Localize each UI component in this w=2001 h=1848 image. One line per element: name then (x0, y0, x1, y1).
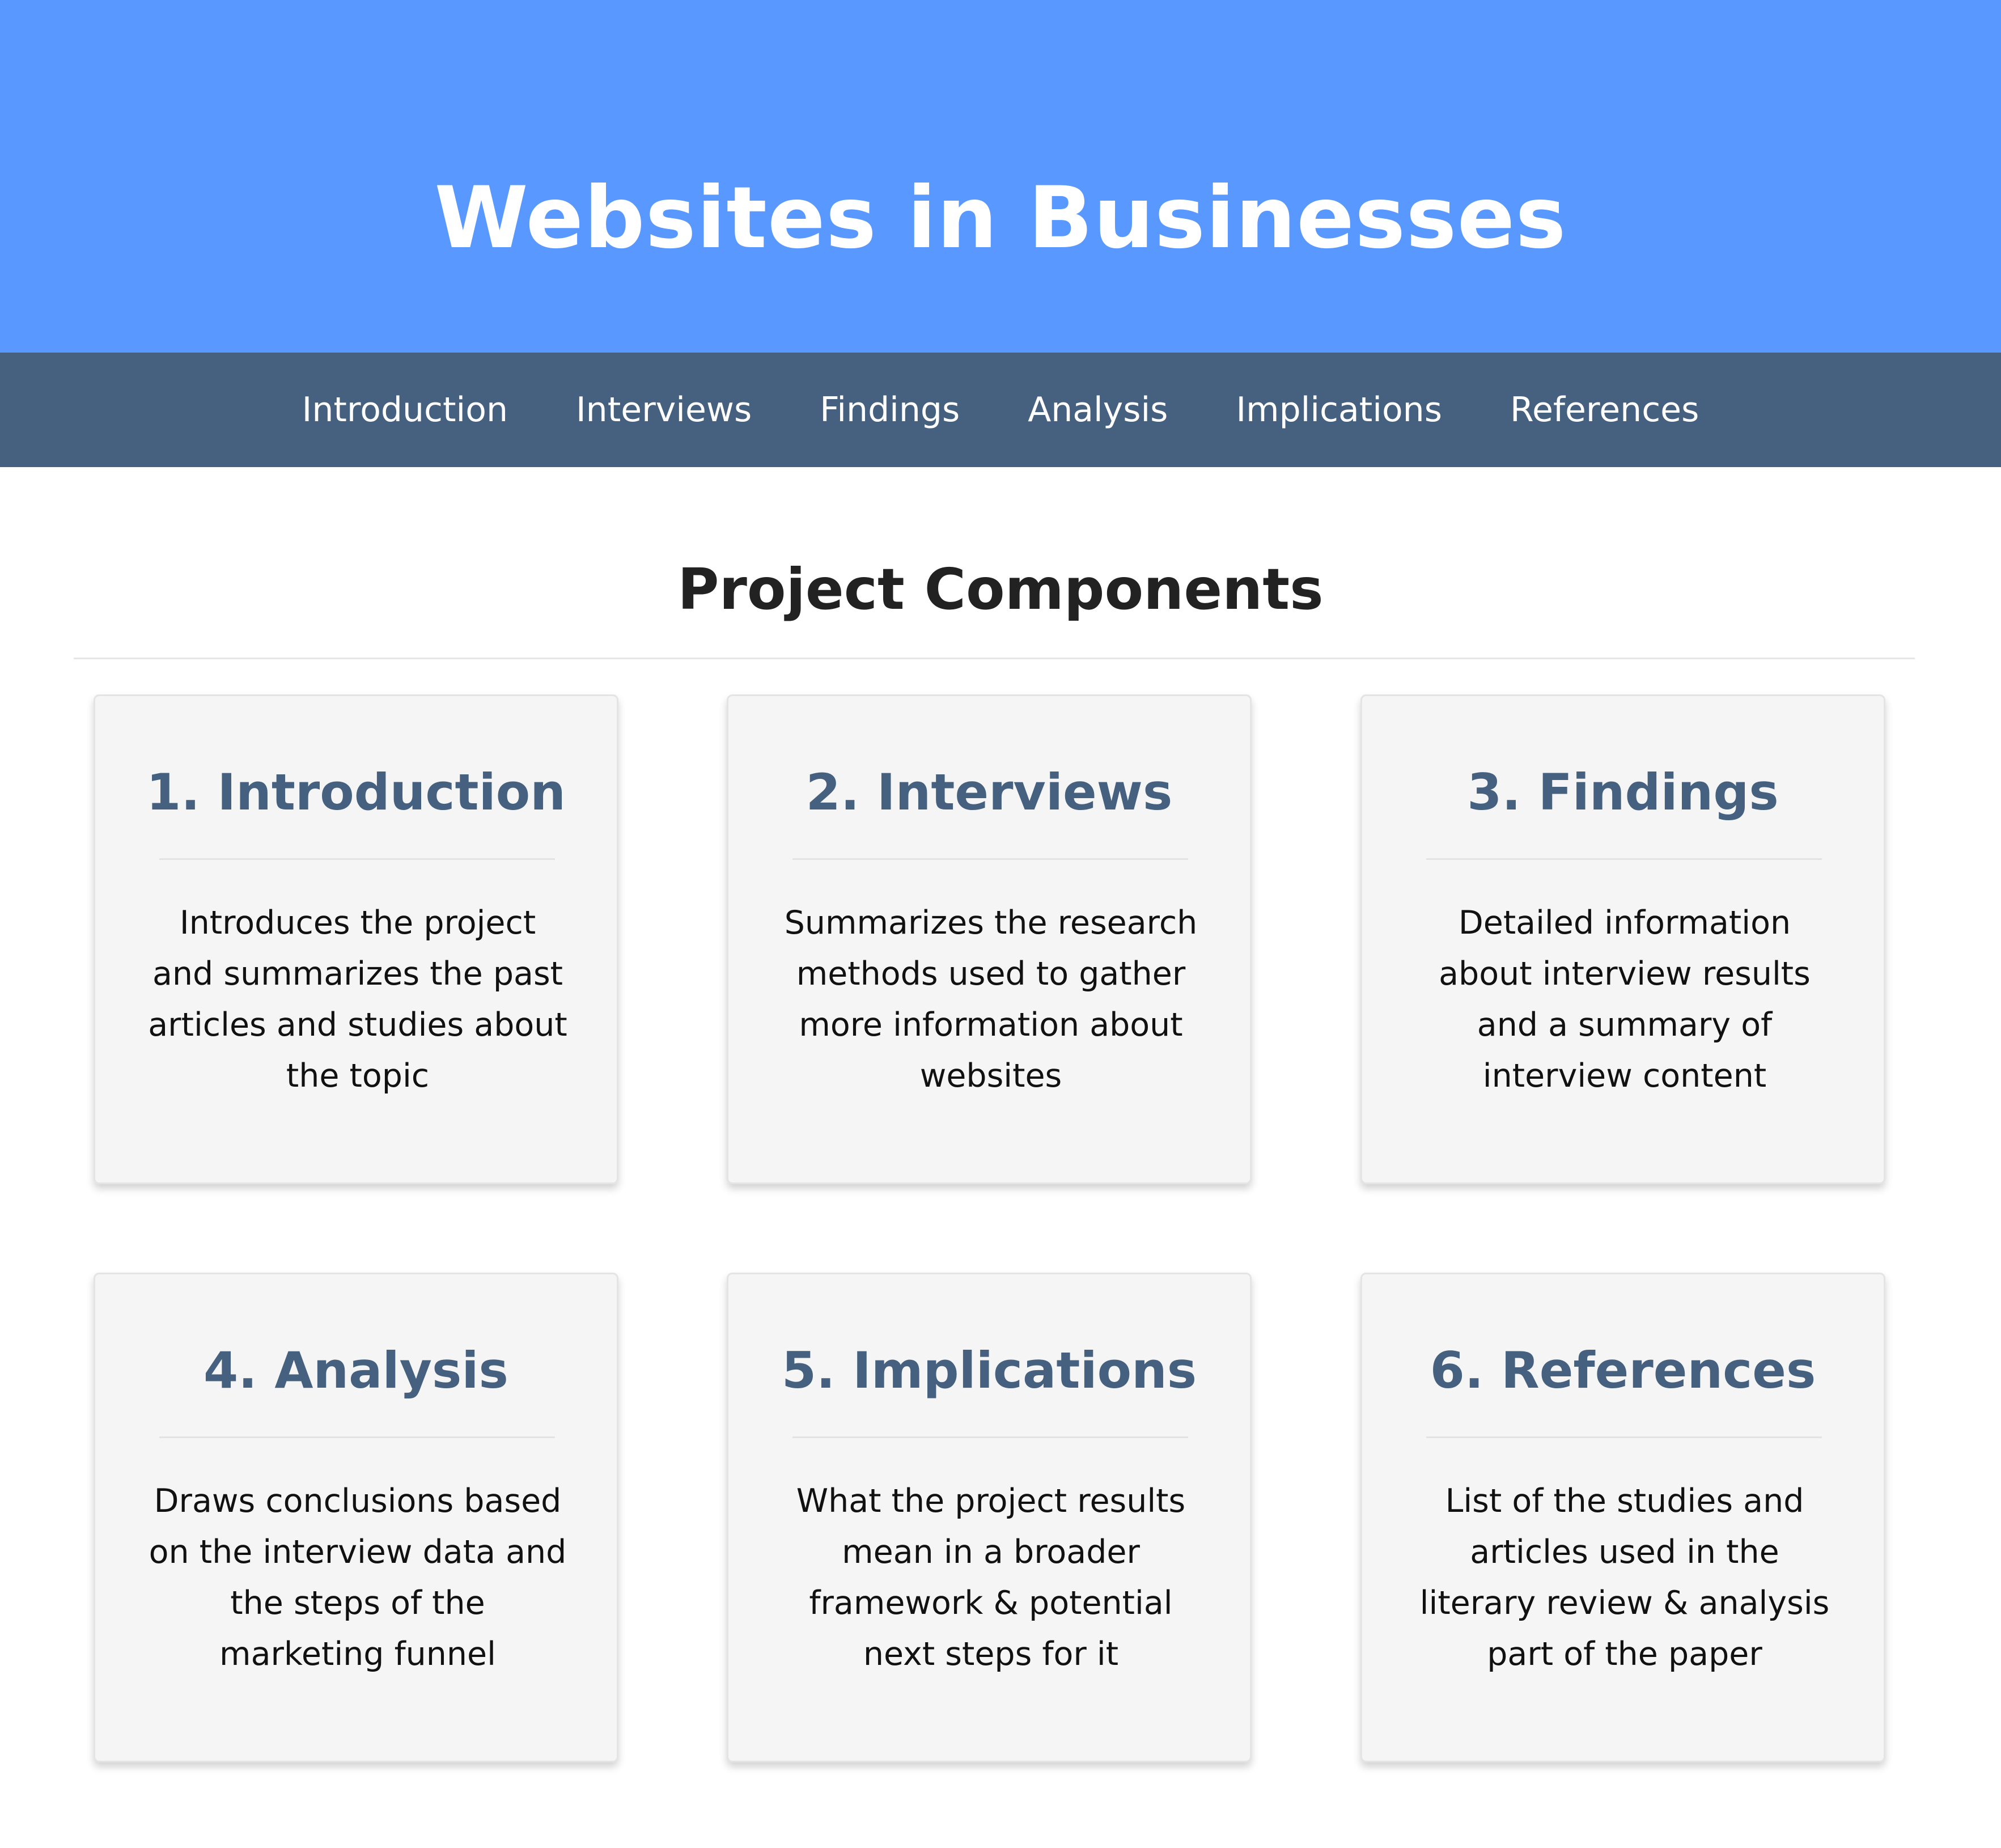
main-navigation: Introduction Interviews Findings Analysi… (0, 353, 2001, 467)
nav-link-references[interactable]: References (1476, 387, 1733, 433)
nav-link-implications[interactable]: Implications (1202, 387, 1476, 433)
component-card-introduction: 1. Introduction Introduces the project a… (94, 694, 618, 1184)
card-divider (159, 858, 555, 860)
component-card-analysis: 4. Analysis Draws conclusions based on t… (94, 1273, 618, 1762)
nav-link-analysis[interactable]: Analysis (994, 387, 1202, 433)
page: Websites in Businesses Introduction Inte… (0, 0, 2001, 1848)
section-divider (74, 658, 1915, 659)
section-title: Project Components (677, 556, 1324, 622)
card-description: What the project results mean in a broad… (796, 1482, 1186, 1673)
card-description: Draws conclusions based on the interview… (149, 1482, 567, 1673)
card-description: Introduces the project and summarizes th… (148, 904, 567, 1095)
card-description: Detailed information about interview res… (1439, 904, 1811, 1095)
card-title: 3. Findings (1467, 763, 1779, 821)
component-card-interviews: 2. Interviews Summarizes the research me… (727, 694, 1252, 1184)
card-title: 5. Implications (781, 1341, 1197, 1400)
card-divider (792, 858, 1188, 860)
component-card-findings: 3. Findings Detailed information about i… (1360, 694, 1885, 1184)
card-divider (159, 1436, 555, 1438)
nav-link-findings[interactable]: Findings (786, 387, 994, 433)
nav-link-introduction[interactable]: Introduction (268, 387, 542, 433)
site-title: Websites in Businesses (434, 169, 1567, 268)
card-description: Summarizes the research methods used to … (784, 904, 1198, 1095)
card-divider (1426, 1436, 1822, 1438)
card-title: 6. References (1430, 1341, 1816, 1400)
card-title: 2. Interviews (806, 763, 1173, 821)
card-title: 1. Introduction (146, 763, 566, 821)
component-card-references: 6. References List of the studies and ar… (1360, 1273, 1885, 1762)
card-divider (792, 1436, 1188, 1438)
hero-header: Websites in Businesses (0, 0, 2001, 353)
card-title: 4. Analysis (204, 1341, 508, 1400)
card-description: List of the studies and articles used in… (1419, 1482, 1830, 1673)
component-card-implications: 5. Implications What the project results… (727, 1273, 1252, 1762)
nav-link-interviews[interactable]: Interviews (542, 387, 786, 433)
card-divider (1426, 858, 1822, 860)
